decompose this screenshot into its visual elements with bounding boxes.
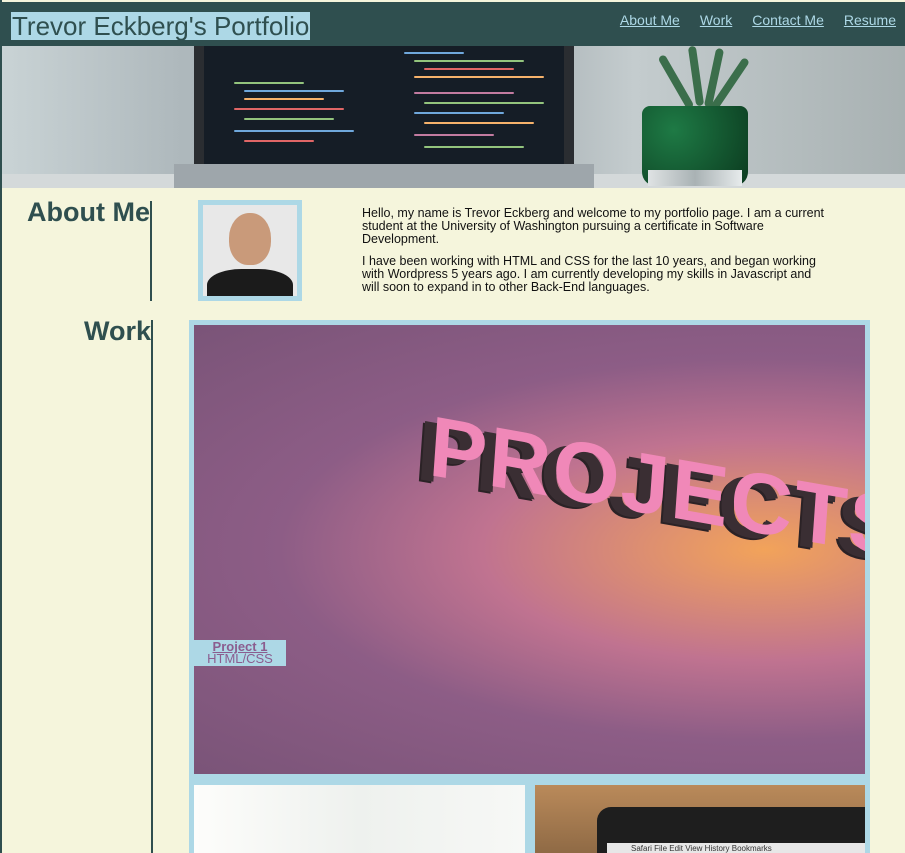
nav-link-resume[interactable]: Resume	[844, 12, 896, 28]
about-divider	[150, 201, 152, 301]
code-line	[234, 82, 304, 84]
project-menubar: Safari File Edit View History Bookmarks	[607, 843, 865, 853]
projects-image-text: PROJECTS	[426, 398, 865, 578]
code-line	[244, 98, 324, 100]
about-heading: About Me	[27, 197, 150, 227]
hero-pot-base	[648, 170, 742, 186]
code-line	[424, 146, 524, 148]
project-card-2[interactable]	[194, 785, 525, 853]
code-line	[404, 52, 464, 54]
work-heading: Work	[83, 316, 151, 346]
nav-link-contact[interactable]: Contact Me	[752, 12, 824, 28]
code-line	[424, 68, 514, 70]
code-line	[414, 76, 544, 78]
code-line	[244, 90, 344, 92]
code-line	[234, 108, 344, 110]
profile-head	[229, 213, 271, 265]
profile-photo-icon	[203, 205, 297, 296]
code-line	[414, 134, 494, 136]
site-title: Trevor Eckberg's Portfolio	[11, 11, 311, 41]
top-header: Trevor Eckberg's Portfolio About Me Work…	[2, 2, 905, 46]
project-tech: HTML/CSS	[207, 651, 273, 666]
hero-laptop-base	[174, 164, 594, 188]
nav-link-work[interactable]: Work	[700, 12, 732, 28]
nav-link-about[interactable]: About Me	[620, 12, 680, 28]
project-card-1[interactable]: PROJECTS Project 1 HTML/CSS	[194, 325, 865, 774]
hero-laptop-screen	[204, 46, 564, 164]
main-nav: About Me Work Contact Me Resume	[620, 12, 896, 28]
avatar	[198, 200, 302, 301]
code-line	[414, 92, 514, 94]
code-line	[414, 60, 524, 62]
hero-plant-leaf	[687, 46, 705, 107]
code-line	[244, 118, 334, 120]
hero-laptop	[174, 46, 594, 188]
profile-shirt	[207, 269, 293, 296]
project-card-3[interactable]: Safari File Edit View History Bookmarks	[535, 785, 865, 853]
work-divider	[151, 320, 153, 853]
hero-plant-leaf	[657, 54, 695, 110]
code-line	[234, 130, 354, 132]
work-gallery: PROJECTS Project 1 HTML/CSS Safari File …	[189, 320, 870, 853]
code-line	[424, 102, 544, 104]
about-paragraph: I have been working with HTML and CSS fo…	[362, 254, 816, 294]
about-text: Hello, my name is Trevor Eckberg and wel…	[362, 207, 832, 303]
code-line	[244, 140, 314, 142]
code-line	[414, 112, 504, 114]
hero-banner-image	[2, 46, 905, 188]
about-paragraph: Hello, my name is Trevor Eckberg and wel…	[362, 206, 824, 246]
project-label: Project 1 HTML/CSS	[194, 640, 286, 666]
code-line	[424, 122, 534, 124]
